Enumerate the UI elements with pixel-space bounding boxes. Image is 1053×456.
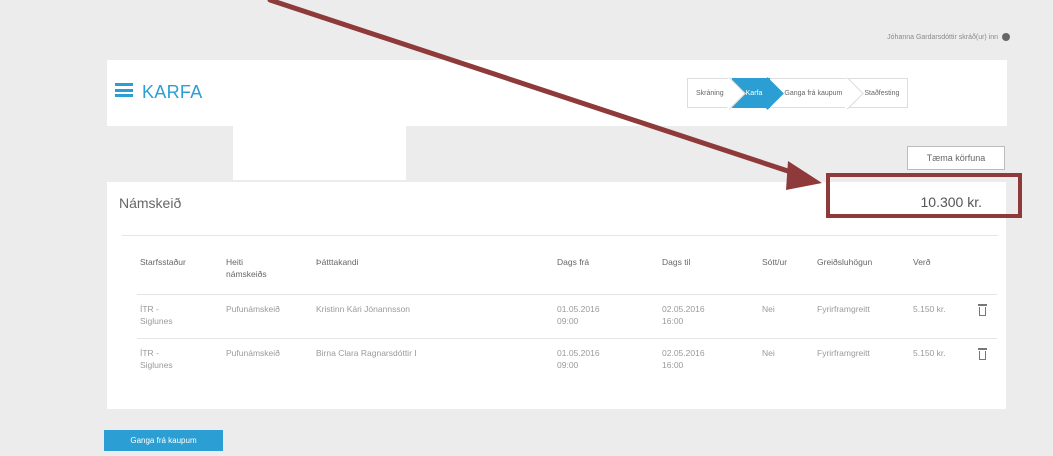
cell-price: 5.150 kr.: [913, 348, 946, 358]
checkout-stepper: Skráning Karfa Ganga frá kaupum Staðfest…: [687, 78, 999, 108]
step-label: Staðfesting: [864, 90, 900, 97]
column-header: Verð: [913, 257, 931, 267]
trash-icon[interactable]: [978, 348, 987, 360]
courses-panel: Námskeið 10.300 kr. Starfsstaður Heiti n…: [107, 182, 1006, 409]
table-row: ÍTR - Siglunes Pufunámskeið Birna Clara …: [137, 338, 997, 383]
blank-panel: [233, 126, 406, 180]
cell-date-from: 01.05.2016 09:00: [557, 348, 600, 370]
step-label: Ganga frá kaupum: [784, 90, 843, 97]
cell-collected: Nei: [762, 304, 775, 314]
gear-icon[interactable]: [1002, 33, 1010, 41]
cell-payment: Fyrirframgreitt: [817, 304, 870, 314]
cell-date-to: 02.05.2016 16:00: [662, 348, 705, 370]
cell-payment: Fyrirframgreitt: [817, 348, 870, 358]
page-title: KARFA: [142, 82, 203, 102]
column-header: Sótt/ur: [762, 257, 788, 267]
checkout-button[interactable]: Ganga frá kaupum: [104, 430, 223, 451]
cell-price: 5.150 kr.: [913, 304, 946, 314]
user-account-link[interactable]: Jóhanna Gardarsdóttir skráð(ur) inn: [820, 33, 1010, 41]
column-header: Starfsstaður: [140, 257, 186, 267]
user-name: Jóhanna Gardarsdóttir skráð(ur) inn: [887, 33, 999, 41]
courses-title: Námskeið: [119, 195, 182, 211]
cart-header: KARFA Skráning Karfa Ganga frá kaupum St…: [107, 60, 1007, 126]
column-header: Dags frá: [557, 257, 590, 267]
cell-location: ÍTR - Siglunes: [140, 304, 173, 326]
cell-collected: Nei: [762, 348, 775, 358]
column-header: Heiti námskeiðs: [226, 257, 267, 279]
cell-date-to: 02.05.2016 16:00: [662, 304, 705, 326]
cell-course: Pufunámskeið: [226, 348, 280, 358]
cell-participant: Kristinn Kári Jónannsson: [316, 304, 411, 314]
courses-table: Starfsstaður Heiti námskeiðs Þátttakandi…: [122, 235, 998, 398]
step-registration[interactable]: Skráning: [687, 78, 732, 108]
cart-total: 10.300 kr.: [920, 194, 983, 210]
column-header: Dags til: [662, 257, 691, 267]
cell-participant: Birna Clara Ragnarsdóttir I: [316, 348, 417, 358]
column-header: Þátttakandi: [316, 257, 359, 267]
cell-course: Pufunámskeið: [226, 304, 280, 314]
column-header: Greiðsluhögun: [817, 257, 873, 267]
step-label: Skráning: [696, 90, 724, 97]
trash-icon[interactable]: [978, 304, 987, 316]
empty-cart-button[interactable]: Tæma körfuna: [907, 146, 1005, 170]
cell-date-from: 01.05.2016 09:00: [557, 304, 600, 326]
cell-location: ÍTR - Siglunes: [140, 348, 173, 370]
step-label: Karfa: [745, 90, 763, 97]
menu-icon[interactable]: [115, 83, 133, 97]
table-row: ÍTR - Siglunes Pufunámskeið Kristinn Kár…: [137, 294, 997, 339]
